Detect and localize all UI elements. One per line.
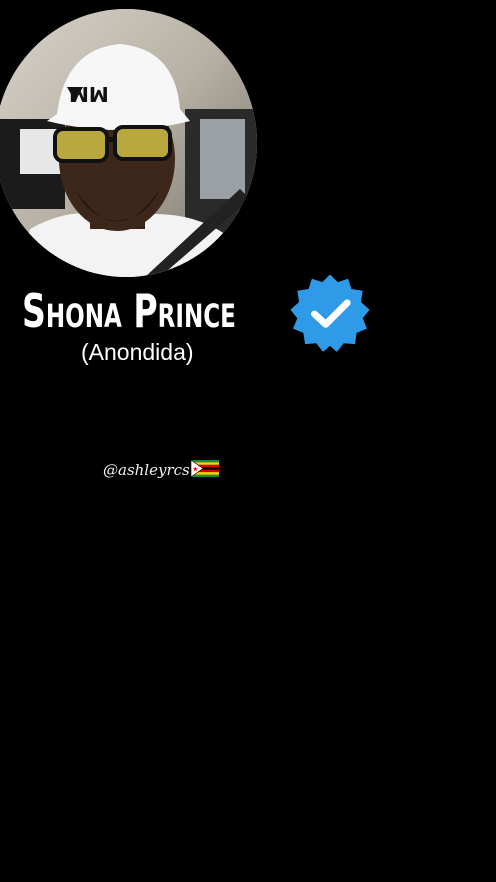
display-name: Shona Prince — [22, 284, 236, 338]
verified-badge-icon — [290, 274, 370, 352]
profile-avatar[interactable]: ꟽꟽ — [0, 9, 257, 277]
username-handle[interactable]: @ashleyrcs — [103, 461, 190, 479]
zimbabwe-flag-icon — [190, 459, 219, 477]
svg-text:ꟽꟽ: ꟽꟽ — [69, 83, 109, 107]
avatar-photo: ꟽꟽ — [0, 9, 257, 277]
handle-row[interactable]: @ashleyrcs — [103, 459, 219, 479]
profile-subtitle: (Anondida) — [81, 339, 194, 365]
profile-name-row: Shona Prince — [22, 274, 370, 352]
